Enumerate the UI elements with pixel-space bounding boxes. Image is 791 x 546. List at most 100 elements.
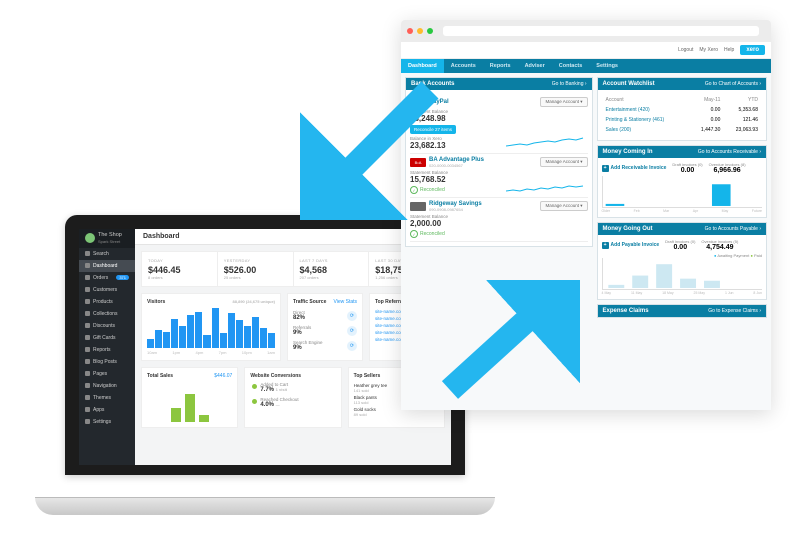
browser-chrome [401,20,771,42]
add-receivable-button[interactable]: Add Receivable Invoice [602,162,667,174]
nav-icon [85,347,90,352]
total-sales-title: Total Sales [147,373,173,379]
manage-account-button[interactable]: Manage Account ▾ [540,201,587,211]
manage-account-button[interactable]: Manage Account ▾ [540,97,587,107]
overdue-inv-value: 6,966.96 [709,167,746,174]
money-in-panel: Money Coming InGo to Accounts Receivable… [597,145,767,218]
sales-chart [147,382,232,422]
nav-icon [85,263,90,268]
sidebar-item-search[interactable]: Search [79,248,135,260]
manage-account-button[interactable]: Manage Account ▾ [540,157,587,167]
table-row[interactable]: Sales (200)1,447.3023,063.93 [604,126,760,134]
sparkline-chart [506,175,586,195]
tab-accounts[interactable]: Accounts [444,59,483,73]
draft-pay-value: 0.00 [665,244,695,251]
traffic-row: Direct82%⟳ [293,308,357,323]
bank-link[interactable]: Go to Banking › [552,81,587,87]
money-out-chart [602,258,762,290]
shop-avatar-icon [85,233,95,243]
nav-icon [85,323,90,328]
laptop-base [35,497,495,515]
sidebar-item-pages[interactable]: Pages [79,368,135,380]
sidebar-item-customers[interactable]: Customers [79,284,135,296]
conversion-step: Reached Checkout4.0% — [250,397,335,408]
money-out-panel: Money Going OutGo to Accounts Payable › … [597,222,767,300]
col-header: May-11 [691,96,723,104]
expense-link[interactable]: Go to Expense Claims › [708,308,761,314]
table-row[interactable]: Entertainment (420)0.005,353.68 [604,106,760,114]
nav-icon [85,299,90,304]
sidebar-item-gift-cards[interactable]: Gift Cards [79,332,135,344]
sidebar-item-navigation[interactable]: Navigation [79,380,135,392]
tab-settings[interactable]: Settings [589,59,625,73]
nav-icon [85,359,90,364]
draft-inv-value: 0.00 [672,167,702,174]
sidebar-item-products[interactable]: Products [79,296,135,308]
arrow-icon [440,280,580,400]
nav-icon [85,251,90,256]
expense-claims-panel: Expense ClaimsGo to Expense Claims › [597,304,767,318]
sidebar-item-dashboard[interactable]: Dashboard [79,260,135,272]
myxero-link[interactable]: My Xero [699,47,718,53]
visitors-panel: Visitors 88,890 (24,675 unique) 10am1pm4… [141,293,281,361]
money-out-title: Money Going Out [603,226,653,232]
tab-dashboard[interactable]: Dashboard [401,59,444,73]
tab-adviser[interactable]: Adviser [518,59,552,73]
arrow-icon [300,80,440,220]
sidebar-item-reports[interactable]: Reports [79,344,135,356]
nav-icon [85,407,90,412]
reconciled-badge: Reconciled [410,230,588,238]
watchlist-title: Account Watchlist [603,81,655,87]
close-icon[interactable] [407,28,413,34]
tab-reports[interactable]: Reports [483,59,518,73]
sellers-title: Top Sellers [354,373,381,379]
logout-link[interactable]: Logout [678,47,693,53]
watchlist-link[interactable]: Go to Chart of Accounts › [705,81,761,87]
maximize-icon[interactable] [427,28,433,34]
sidebar-item-apps[interactable]: Apps [79,404,135,416]
watchlist-table: AccountMay-11YTD Entertainment (420)0.005… [602,94,762,136]
nav-icon [85,419,90,424]
add-payable-button[interactable]: Add Payable Invoice [602,239,660,251]
sidebar-item-discounts[interactable]: Discounts [79,320,135,332]
nav-icon [85,395,90,400]
visitors-chart [147,308,275,348]
sidebar-item-themes[interactable]: Themes [79,392,135,404]
traffic-icon: ⟳ [347,311,357,321]
sidebar-item-settings[interactable]: Settings [79,416,135,428]
watchlist-panel: Account Watchlist Go to Chart of Accounts… [597,77,767,141]
traffic-title: Traffic Source [293,299,326,305]
xero-nav: DashboardAccountsReportsAdviserContactsS… [401,59,771,73]
sidebar-item-blog-posts[interactable]: Blog Posts [79,356,135,368]
nav-icon [85,287,90,292]
stat-card: LAST 7 DAYS$4,568207 orders [294,252,370,286]
nav-icon [85,335,90,340]
money-in-chart [602,176,762,208]
col-header: Account [604,96,689,104]
traffic-row: Referrals9%⟳ [293,323,357,338]
shop-header[interactable]: The Shop Spark Street [79,229,135,248]
money-out-link[interactable]: Go to Accounts Payable › [705,226,761,232]
sidebar-item-orders[interactable]: Orders371 [79,272,135,284]
traffic-icon: ⟳ [347,326,357,336]
col-header: YTD [724,96,760,104]
money-in-link[interactable]: Go to Accounts Receivable › [698,149,761,155]
table-row[interactable]: Printing & Stationery (461)0.00121.46 [604,116,760,124]
sidebar-item-collections[interactable]: Collections [79,308,135,320]
minimize-icon[interactable] [417,28,423,34]
visitors-title: Visitors [147,299,165,305]
traffic-row: Search Engine9%⟳ [293,338,357,353]
conversions-title: Website Conversions [250,373,301,379]
help-link[interactable]: Help [724,47,734,53]
shop-sidebar: The Shop Spark Street SearchDashboardOrd… [79,229,135,465]
nav-icon [85,383,90,388]
view-stats-link[interactable]: View Stats [333,299,357,305]
conversion-step: Added to Cart7.7% 1 visit [250,382,335,393]
nav-icon [85,275,90,280]
traffic-panel: Traffic Source View Stats Direct82%⟳Refer… [287,293,363,361]
url-bar[interactable] [443,26,759,36]
sparkline-chart [506,131,586,151]
tab-contacts[interactable]: Contacts [552,59,590,73]
shop-sub: Spark Street [98,239,122,244]
total-sales-panel: Total Sales$446.07 [141,367,238,428]
